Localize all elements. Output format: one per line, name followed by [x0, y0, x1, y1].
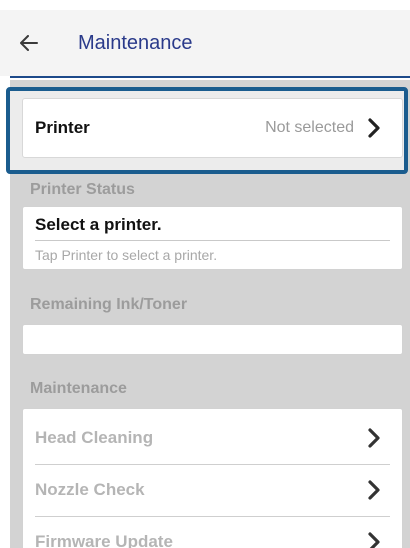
printer-status-card: Select a printer. Tap Printer to select …: [22, 206, 403, 270]
printer-value: Not selected: [265, 119, 354, 136]
menu-item-label: Nozzle Check: [35, 480, 145, 499]
status-bar: [0, 0, 410, 10]
back-button[interactable]: [20, 21, 64, 65]
menu-item-firmware-update[interactable]: Firmware Update: [23, 516, 402, 548]
remaining-ink-section-title: Remaining Ink/Toner: [30, 296, 188, 313]
page-title: Maintenance: [78, 31, 193, 54]
maintenance-section-title: Maintenance: [30, 380, 127, 397]
remaining-ink-card: [22, 324, 403, 355]
chevron-right-icon: [366, 428, 382, 448]
arrow-left-icon: [20, 35, 38, 51]
menu-item-head-cleaning[interactable]: Head Cleaning: [23, 412, 402, 464]
menu-item-label: Firmware Update: [35, 532, 173, 548]
printer-label: Printer: [35, 118, 90, 137]
printer-select-row[interactable]: Printer Not selected: [22, 98, 403, 158]
printer-status-section-title: Printer Status: [30, 181, 135, 198]
menu-item-nozzle-check[interactable]: Nozzle Check: [23, 464, 402, 516]
status-divider: [35, 240, 390, 241]
chevron-right-icon: [366, 532, 382, 548]
app-bar: Maintenance: [0, 10, 410, 76]
printer-status-heading: Select a printer.: [35, 215, 162, 234]
printer-status-subtext: Tap Printer to select a printer.: [35, 247, 218, 263]
maintenance-menu: Head Cleaning Nozzle Check Firmware Upda…: [22, 408, 403, 548]
chevron-right-icon: [366, 118, 382, 138]
menu-item-label: Head Cleaning: [35, 428, 154, 447]
app-bar-divider: [10, 76, 410, 78]
chevron-right-icon: [366, 480, 382, 500]
